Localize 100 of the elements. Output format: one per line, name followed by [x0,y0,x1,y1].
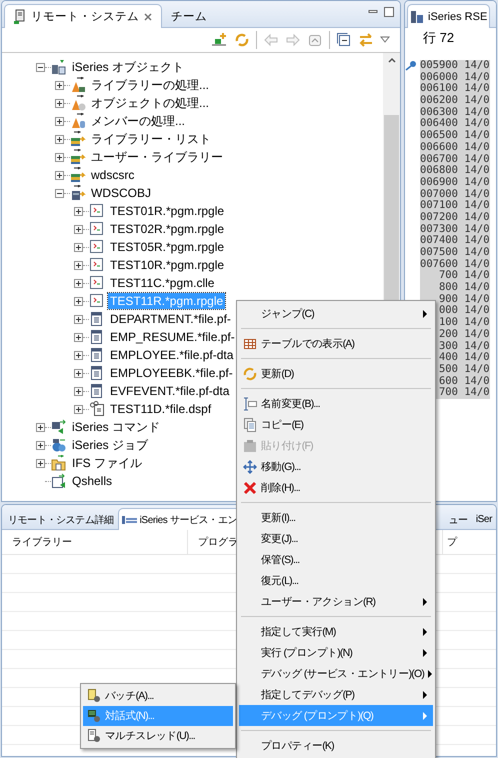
expand-icon[interactable] [55,170,64,180]
menu-item[interactable]: 更新(I)... [239,507,433,528]
filter-library-icon [70,77,86,93]
close-icon[interactable] [143,12,153,22]
code-line: 700 14/0 [438,386,490,398]
menu-item[interactable]: 更新(D) [239,363,433,384]
code-line: 006300 14/0 [420,106,490,118]
code-line: 007400 14/0 [420,234,490,246]
expand-icon[interactable] [36,458,45,468]
tree-item[interactable]: DEPARTMENT.*file.pf- [108,311,233,327]
menu-item[interactable]: テーブルでの表示(A) [239,333,433,354]
expand-icon[interactable] [74,296,83,306]
view-tab[interactable]: iSer [472,508,496,530]
expand-icon[interactable] [74,404,83,414]
tree-item[interactable]: iSeries ジョブ [70,437,150,453]
menu-item[interactable]: 指定して実行(M) [239,621,433,642]
expand-icon[interactable] [74,368,83,378]
menu-item[interactable]: ジャンプ(C) [239,303,433,324]
expand-icon[interactable] [36,440,45,450]
expand-icon[interactable] [74,314,83,324]
menu-item[interactable]: 名前変更(B)... [239,393,433,414]
expand-icon[interactable] [74,242,83,252]
tree-item[interactable]: ライブラリーの処理... [89,77,212,93]
code-line: 007300 14/0 [420,222,490,235]
tree-item[interactable]: Qshells [70,473,114,489]
tree-item[interactable]: TEST11D.*file.dspf [108,401,214,417]
program-icon [89,275,105,291]
menu-item[interactable]: 移動(G)... [239,456,433,477]
tree-item[interactable]: TEST10R.*pgm.rpgle [108,257,226,273]
menu-item[interactable]: プロパティー(K) [239,735,433,756]
tree-item[interactable]: ユーザー・ライブラリー [89,149,225,165]
collapse-all-icon[interactable] [336,32,352,48]
display-file-icon [89,401,105,417]
tree-item[interactable]: TEST05R.*pgm.rpgle [108,239,226,255]
delete-icon [243,480,257,494]
server-icon [13,8,27,24]
menu-item[interactable]: デバッグ (サービス・エントリー)(O) [239,663,433,684]
view-tab[interactable]: リモート・システム [4,4,162,28]
editor-tab[interactable]: iSeries RSE [407,4,490,28]
code-line: 005900 14/0 [420,59,490,71]
expand-icon[interactable] [74,260,83,270]
tree-item[interactable]: TEST02R.*pgm.rpgle [108,221,226,237]
menu-item[interactable]: 保管(S)... [239,549,433,570]
tree-item[interactable]: EMP_RESUME.*file.pf- [108,329,237,345]
tree-item[interactable]: ライブラリー・リスト [89,131,213,147]
expand-icon[interactable] [74,350,83,360]
service-entry-icon [122,514,138,524]
collapse-icon[interactable] [55,188,64,198]
code-line: 007200 14/0 [420,210,490,223]
expand-icon[interactable] [55,152,64,162]
tree-item[interactable]: WDSCOBJ [89,185,153,201]
menu-item[interactable]: マルチスレッド(U)... [83,726,233,746]
menu-item[interactable]: 指定してデバッグ(P) [239,684,433,705]
expand-icon[interactable] [55,98,64,108]
expand-icon[interactable] [55,134,64,144]
file-icon [89,347,105,363]
code-line: 000 14/0 [438,304,490,316]
view-tab[interactable]: チーム [162,4,216,28]
objects-icon [51,59,67,75]
tree-item[interactable]: IFS ファイル [70,455,144,471]
view-tab[interactable]: ュー [444,508,472,530]
program-icon [89,257,105,273]
view-menu-icon[interactable] [380,36,390,44]
tree-item[interactable]: EMPLOYEEBK.*file.pf- [108,365,235,381]
tree-item[interactable]: メンバーの処理... [89,113,188,129]
tree-item[interactable]: TEST01R.*pgm.rpgle [108,203,226,219]
folder-icon [51,455,67,471]
collapse-icon[interactable] [36,62,45,72]
code-line: 006800 14/0 [420,164,490,176]
menu-item[interactable]: 変更(J)... [239,528,433,549]
expand-icon[interactable] [55,80,64,90]
expand-icon[interactable] [74,206,83,216]
tree-item[interactable]: iSeries コマンド [70,419,162,435]
tree-item[interactable]: iSeries オブジェクト [70,59,186,75]
tree-item[interactable]: EMPLOYEE.*file.pf-dta [108,347,236,363]
column-header[interactable]: プ [443,530,496,554]
tree-item[interactable]: wdscsrc [89,167,136,183]
menu-item[interactable]: 復元(L)... [239,570,433,591]
menu-item[interactable]: 削除(H)... [239,477,433,498]
tree-item[interactable]: EVFEVENT.*file.pf-dta [108,383,232,399]
expand-icon[interactable] [36,422,45,432]
code-line: 500 14/0 [438,362,490,375]
expand-icon[interactable] [74,386,83,396]
code-line: 200 14/0 [438,328,490,340]
menu-item[interactable]: コピー(E) [239,414,433,435]
maximize-icon[interactable] [384,7,394,17]
tree-item[interactable]: TEST11C.*pgm.clle [108,275,216,291]
expand-icon[interactable] [74,278,83,288]
menu-item[interactable]: ユーザー・アクション(R) [239,591,433,612]
move-icon [243,460,257,474]
new-connection-icon[interactable] [212,32,228,48]
expand-icon[interactable] [74,224,83,234]
view-tab[interactable]: リモート・システム詳細 [4,508,118,530]
menu-item[interactable]: バッチ(A)... [83,686,233,706]
column-header[interactable]: ライブラリー [2,530,188,554]
expand-icon[interactable] [55,116,64,126]
menu-item[interactable]: 実行 (プロンプト)(N) [239,642,433,663]
tree-item[interactable]: オブジェクトの処理... [89,95,212,111]
expand-icon[interactable] [74,332,83,342]
code-line: 006600 14/0 [420,140,490,153]
